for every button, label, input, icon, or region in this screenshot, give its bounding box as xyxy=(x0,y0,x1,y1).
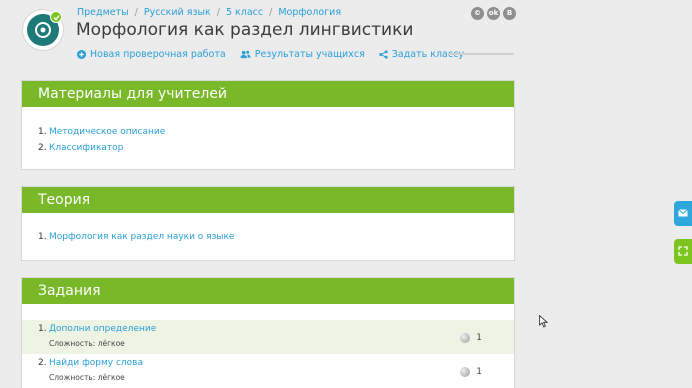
progress-divider xyxy=(448,53,514,55)
breadcrumb-russian[interactable]: Русский язык xyxy=(144,7,211,18)
list-item: 1. Морфология как раздел науки о языке xyxy=(22,232,514,242)
item-number: 2. xyxy=(38,358,47,368)
classifier-link[interactable]: Классификатор xyxy=(49,143,123,153)
check-badge-icon xyxy=(50,11,62,23)
item-number: 1. xyxy=(38,324,47,334)
site-logo[interactable] xyxy=(22,9,64,51)
tasks-card: Задания 1. Дополни определение Сложность… xyxy=(21,277,515,388)
share-icon xyxy=(379,50,388,59)
item-number: 2. xyxy=(38,143,47,153)
task-row[interactable]: 1. Дополни определение Сложность: лёгкое… xyxy=(22,320,514,354)
users-icon xyxy=(240,50,251,59)
page-title: Морфология как раздел лингвистики xyxy=(76,20,414,40)
feedback-mail-button[interactable] xyxy=(674,201,692,226)
vkontakte-icon[interactable]: B xyxy=(503,7,516,20)
points-ball-icon xyxy=(460,333,471,343)
list-item: 1. Методическое описание xyxy=(22,126,514,142)
copyright-icon[interactable]: © xyxy=(471,7,484,20)
social-buttons: © ok B xyxy=(471,7,516,20)
student-results-button[interactable]: Результаты учащихся xyxy=(240,49,365,60)
expand-icon xyxy=(678,246,688,256)
points-value: 1 xyxy=(476,367,482,377)
mail-icon xyxy=(678,209,688,217)
breadcrumb-separator: / xyxy=(216,7,220,18)
breadcrumb: Предметы / Русский язык / 5 класс / Морфология xyxy=(77,7,341,18)
task-points: 1 xyxy=(460,333,482,343)
new-test-label: Новая проверочная работа xyxy=(90,49,226,60)
breadcrumb-separator: / xyxy=(134,7,138,18)
mouse-cursor-icon xyxy=(539,315,548,328)
task-difficulty: Сложность: лёгкое xyxy=(49,339,125,348)
teacher-materials-heading: Материалы для учителей xyxy=(22,81,514,107)
odnoklassniki-icon[interactable]: ok xyxy=(487,7,500,20)
theory-heading: Теория xyxy=(22,187,514,213)
fullscreen-button[interactable] xyxy=(674,239,692,264)
task-difficulty: Сложность: лёгкое xyxy=(49,373,125,382)
points-ball-icon xyxy=(460,367,471,377)
breadcrumb-subjects[interactable]: Предметы xyxy=(77,7,129,18)
task-link[interactable]: Дополни определение xyxy=(49,324,514,334)
new-test-button[interactable]: Новая проверочная работа xyxy=(77,49,226,60)
task-link[interactable]: Найди форму слова xyxy=(49,358,514,368)
tasks-heading: Задания xyxy=(22,278,514,304)
breadcrumb-morphology[interactable]: Морфология xyxy=(278,7,341,18)
item-number: 1. xyxy=(38,127,47,137)
theory-card: Теория 1. Морфология как раздел науки о я… xyxy=(21,186,515,261)
task-row[interactable]: 2. Найди форму слова Сложность: лёгкое 1 xyxy=(22,354,514,388)
teacher-materials-card: Материалы для учителей 1. Методическое оп… xyxy=(21,80,515,170)
action-bar: Новая проверочная работа Результаты учащ… xyxy=(77,49,464,60)
list-item: 2. Классификатор xyxy=(22,142,514,158)
student-results-label: Результаты учащихся xyxy=(254,49,365,60)
points-value: 1 xyxy=(476,333,482,343)
breadcrumb-separator: / xyxy=(269,7,273,18)
item-number: 1. xyxy=(38,232,47,242)
theory-link[interactable]: Морфология как раздел науки о языке xyxy=(49,232,234,242)
breadcrumb-grade[interactable]: 5 класс xyxy=(226,7,263,18)
task-points: 1 xyxy=(460,367,482,377)
plus-circle-icon xyxy=(77,50,86,59)
methodical-description-link[interactable]: Методическое описание xyxy=(49,127,165,137)
